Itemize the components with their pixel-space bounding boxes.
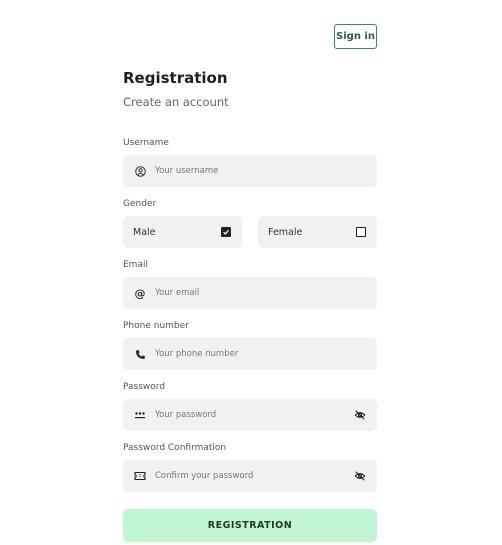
gender-label: Gender — [123, 199, 157, 209]
email-label: Email — [123, 260, 148, 270]
email-input[interactable] — [155, 288, 367, 298]
gender-option-label: Female — [268, 226, 303, 238]
gender-option-female[interactable]: Female — [258, 216, 377, 248]
user-circle-icon — [133, 164, 147, 178]
password-field-container — [123, 399, 377, 431]
username-field-container — [123, 155, 377, 187]
phone-field-container — [123, 338, 377, 370]
gender-option-label: Male — [133, 226, 156, 238]
password-dots-icon — [133, 408, 147, 422]
email-field-container: @ — [123, 277, 377, 309]
gender-option-male[interactable]: Male — [123, 216, 242, 248]
eye-off-icon[interactable] — [353, 469, 367, 483]
male-checkbox[interactable] — [221, 227, 231, 237]
phone-label: Phone number — [123, 321, 189, 331]
phone-input[interactable] — [155, 349, 367, 359]
password-confirmation-label: Password Confirmation — [123, 443, 227, 453]
at-icon: @ — [134, 286, 146, 300]
password-label: Password — [123, 382, 166, 392]
ticket-icon — [133, 469, 147, 483]
page-title: Registration — [123, 69, 228, 87]
sign-in-button[interactable]: Sign in — [334, 24, 377, 49]
password-input[interactable] — [155, 410, 353, 420]
password-confirm-field-container — [123, 460, 377, 492]
eye-off-icon[interactable] — [353, 408, 367, 422]
username-input[interactable] — [155, 166, 367, 176]
page-subtitle: Create an account — [123, 95, 229, 109]
registration-submit-button[interactable]: REGISTRATION — [123, 509, 377, 542]
phone-icon — [133, 347, 147, 361]
password-confirm-input[interactable] — [155, 471, 353, 481]
username-label: Username — [123, 138, 169, 148]
female-checkbox[interactable] — [356, 227, 366, 237]
